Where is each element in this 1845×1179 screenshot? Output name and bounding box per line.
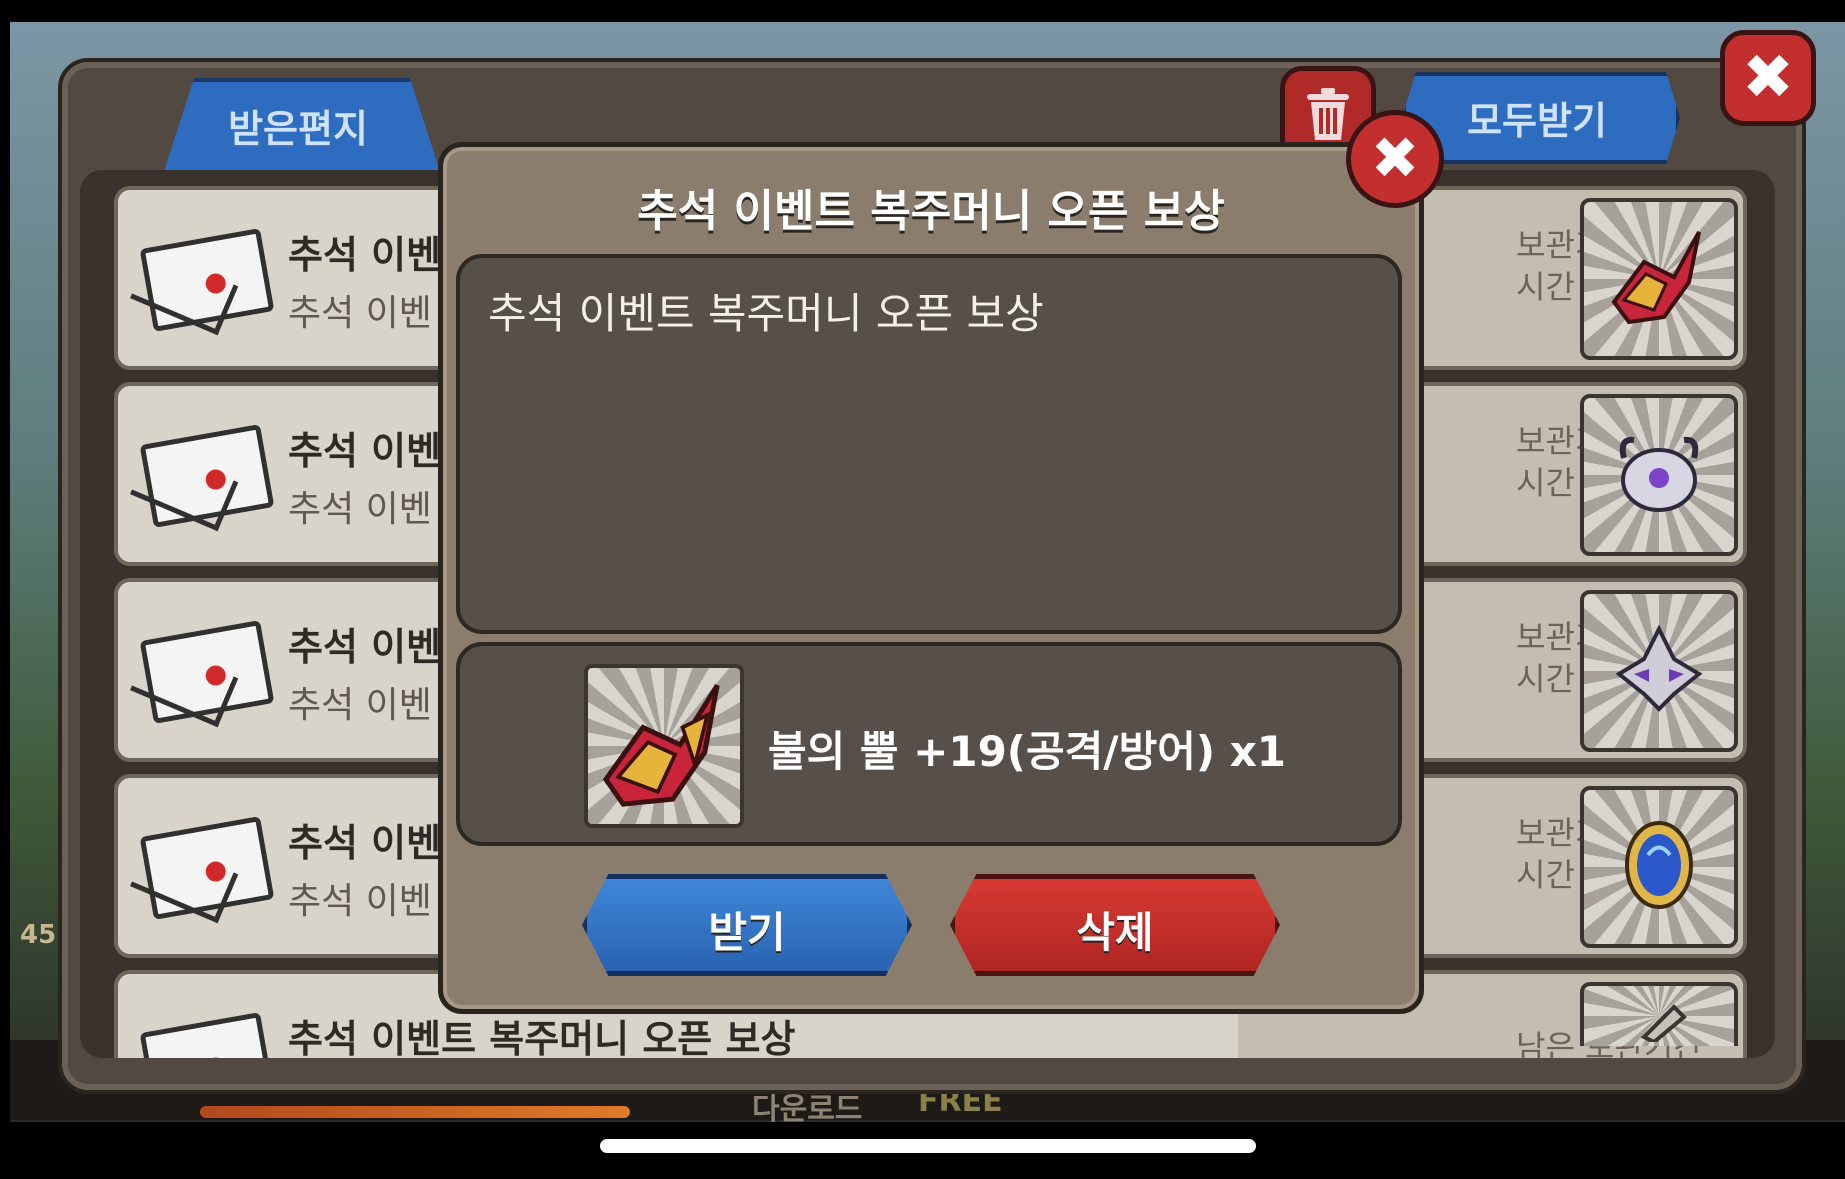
seal-icon — [204, 467, 228, 492]
mail-subtitle: 추석 이벤 — [288, 489, 432, 530]
fire-horn-icon — [602, 684, 720, 807]
mail-title: 추석 이벤 — [288, 625, 442, 669]
potion-icon — [1640, 1004, 1687, 1042]
level-badge: 45 — [20, 920, 57, 950]
mail-subtitle: 추석 이벤 — [288, 293, 432, 334]
envelope-icon — [139, 228, 275, 332]
experience-bar — [200, 1106, 630, 1118]
reward-thumbnail — [1580, 982, 1738, 1046]
close-icon: ✖ — [1370, 124, 1420, 192]
reward-thumbnail — [1580, 590, 1738, 752]
reward-thumbnail — [1580, 198, 1738, 360]
receive-button[interactable]: 받기 — [582, 874, 912, 976]
reward-item-thumbnail — [584, 664, 744, 828]
reward-item-text: 불의 뿔 +19(공격/방어) x1 — [768, 727, 1287, 776]
tab-received-mail-label: 받은편지 — [228, 107, 368, 151]
seal-icon — [204, 1055, 228, 1058]
modal-title: 추석 이벤트 복주머니 오픈 보상 — [637, 186, 1225, 237]
delete-button[interactable]: 삭제 — [950, 874, 1280, 976]
delete-button-label: 삭제 — [1076, 908, 1154, 957]
mail-title: 추석 이벤 — [288, 821, 442, 865]
close-icon: ✖ — [1742, 40, 1794, 113]
reward-thumbnail — [1580, 786, 1738, 948]
trash-icon — [1307, 88, 1349, 140]
home-indicator[interactable] — [600, 1139, 1256, 1153]
envelope-icon — [139, 1012, 275, 1058]
mail-title: 추석 이벤트 복주머니 오픈 보상 — [288, 1017, 796, 1058]
receive-button-label: 받기 — [708, 908, 786, 957]
modal-reward-box: 불의 뿔 +19(공격/방어) x1 — [456, 642, 1402, 846]
seal-icon — [204, 859, 228, 884]
mail-title: 추석 이벤 — [288, 429, 442, 473]
panel-close-button[interactable]: ✖ — [1720, 30, 1816, 126]
envelope-icon — [139, 816, 275, 920]
envelope-icon — [139, 620, 275, 724]
mirror-icon — [1625, 821, 1693, 909]
mail-subtitle: 추석 이벤 — [288, 881, 432, 922]
collect-all-label: 모두받기 — [1467, 99, 1607, 143]
envelope-icon — [139, 424, 275, 528]
helmet-icon — [1619, 436, 1699, 512]
seal-icon — [204, 663, 228, 688]
mask-icon — [1615, 624, 1703, 712]
modal-message-text: 추석 이벤트 복주머니 오픈 보상 — [488, 289, 1044, 338]
seal-icon — [204, 271, 228, 296]
fire-horn-icon — [1611, 231, 1701, 325]
mail-subtitle: 추석 이벤 — [288, 685, 432, 726]
reward-thumbnail — [1580, 394, 1738, 556]
modal-message-box: 추석 이벤트 복주머니 오픈 보상 — [456, 254, 1402, 634]
mail-title: 추석 이벤 — [288, 233, 442, 277]
modal-close-button[interactable]: ✖ — [1346, 110, 1444, 208]
